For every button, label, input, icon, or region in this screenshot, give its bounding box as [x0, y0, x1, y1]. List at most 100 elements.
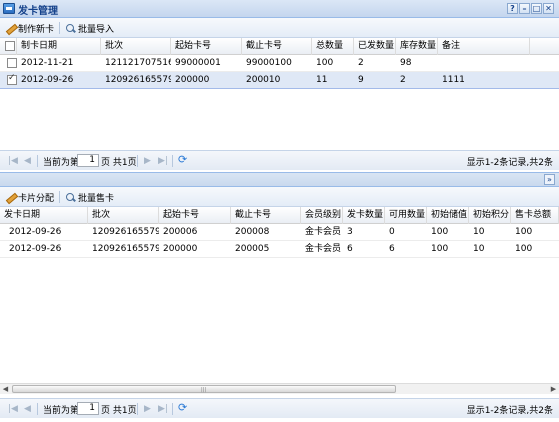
- table-cell: 100: [515, 244, 533, 254]
- last-page-icon[interactable]: ▶|: [158, 404, 168, 414]
- scrollbar-thumb[interactable]: |||: [12, 385, 396, 393]
- pencil-icon: [5, 192, 16, 203]
- table-row[interactable]: 2012-09-26 120926165579 200006 200008 金卡…: [0, 224, 559, 241]
- next-page-icon[interactable]: ▶: [144, 156, 151, 166]
- table-cell: 2012-09-26: [21, 75, 74, 85]
- table-cell: 120926165579: [105, 75, 171, 85]
- table-row[interactable]: 2012-11-21 121121707516 99000001 9900010…: [0, 55, 559, 72]
- column-header[interactable]: 截止卡号: [231, 207, 301, 224]
- column-header[interactable]: 批次: [88, 207, 159, 224]
- table-cell: 100: [515, 227, 533, 237]
- column-header[interactable]: 已发数量: [354, 38, 396, 55]
- bottom-grid-header: 发卡日期 批次 起始卡号 截止卡号 会员级别 发卡数量 可用数量 初始储值 初始…: [0, 207, 559, 224]
- table-cell: 金卡会员: [305, 244, 342, 254]
- page-suffix-text: 页 共1页: [101, 158, 137, 168]
- table-row[interactable]: 2012-09-26 120926165579 200000 200010 11…: [0, 72, 559, 89]
- column-header[interactable]: 售卡总额: [511, 207, 559, 224]
- table-cell: 120926165579: [92, 244, 159, 254]
- column-header[interactable]: 截止卡号: [242, 38, 312, 55]
- table-cell: 6: [347, 244, 353, 254]
- table-cell: 200006: [163, 227, 198, 237]
- page-suffix-text: 页 共1页: [101, 406, 137, 416]
- pencil-icon: [5, 23, 16, 34]
- table-cell: 120926165579: [92, 227, 159, 237]
- last-page-icon[interactable]: ▶|: [158, 156, 168, 166]
- horizontal-scrollbar[interactable]: ◀ ||| ▶: [0, 383, 559, 394]
- table-cell: 100: [431, 244, 449, 254]
- help-icon[interactable]: ?: [507, 3, 518, 14]
- page-prefix-text: 当前为第: [43, 158, 80, 168]
- table-cell: 2: [358, 58, 364, 68]
- refresh-icon[interactable]: ⟳: [178, 154, 190, 166]
- table-cell: 100: [316, 58, 334, 68]
- close-icon[interactable]: ✕: [543, 3, 554, 14]
- table-cell: 200000: [175, 75, 210, 85]
- select-all-cell[interactable]: [0, 38, 17, 55]
- create-card-label: 制作新卡: [18, 24, 55, 35]
- table-cell: 2: [400, 75, 406, 85]
- next-page-icon[interactable]: ▶: [144, 404, 151, 414]
- table-cell: 100: [431, 227, 449, 237]
- column-header[interactable]: 备注: [438, 38, 530, 55]
- table-cell: 1111: [442, 75, 465, 85]
- refresh-icon[interactable]: ⟳: [178, 402, 190, 414]
- column-header[interactable]: 可用数量: [385, 207, 427, 224]
- table-cell: [438, 55, 530, 72]
- pager-separator: [137, 155, 138, 167]
- column-header[interactable]: 起始卡号: [159, 207, 231, 224]
- column-header[interactable]: 总数量: [312, 38, 354, 55]
- batch-import-label: 批量导入: [78, 24, 115, 35]
- grip-icon: |||: [201, 387, 207, 393]
- first-page-icon[interactable]: |◀: [8, 404, 18, 414]
- record-count-text: 显示1-2条记录,共2条: [466, 158, 553, 168]
- search-icon: [65, 192, 76, 203]
- prev-page-icon[interactable]: ◀: [24, 404, 31, 414]
- page-number-input[interactable]: 1: [77, 154, 99, 167]
- column-header[interactable]: 发卡日期: [0, 207, 88, 224]
- pager-separator: [37, 155, 38, 167]
- column-header[interactable]: 起始卡号: [171, 38, 242, 55]
- column-header[interactable]: 库存数量: [396, 38, 438, 55]
- window-titlebar: 发卡管理 ? – □ ✕: [0, 0, 559, 18]
- table-cell: 3: [347, 227, 353, 237]
- column-header[interactable]: 初始积分: [469, 207, 511, 224]
- create-card-button[interactable]: 制作新卡: [3, 21, 56, 35]
- card-assign-button[interactable]: 卡片分配: [3, 190, 56, 204]
- scroll-left-icon[interactable]: ◀: [0, 384, 11, 394]
- page-number-input[interactable]: 1: [77, 402, 99, 415]
- prev-page-icon[interactable]: ◀: [24, 156, 31, 166]
- table-cell: 2012-09-26: [9, 244, 62, 254]
- column-header[interactable]: 制卡日期: [17, 38, 101, 55]
- batch-sell-label: 批量售卡: [78, 193, 115, 204]
- table-cell: 200000: [163, 244, 198, 254]
- maximize-icon[interactable]: □: [531, 3, 542, 14]
- row-checkbox[interactable]: [7, 58, 17, 68]
- select-all-checkbox[interactable]: [5, 41, 15, 51]
- column-header[interactable]: 初始储值: [427, 207, 469, 224]
- panel-splitter[interactable]: »: [0, 172, 559, 187]
- batch-import-button[interactable]: 批量导入: [63, 21, 116, 35]
- table-cell: 200008: [235, 227, 270, 237]
- column-header[interactable]: 会员级别: [301, 207, 343, 224]
- bottom-toolbar: 卡片分配 批量售卡: [0, 187, 559, 207]
- table-cell: 0: [389, 227, 395, 237]
- table-cell: 6: [389, 244, 395, 254]
- column-header[interactable]: 发卡数量: [343, 207, 385, 224]
- table-cell: 121121707516: [105, 58, 171, 68]
- batch-sell-button[interactable]: 批量售卡: [63, 190, 116, 204]
- card-app-icon: [3, 3, 15, 14]
- first-page-icon[interactable]: |◀: [8, 156, 18, 166]
- table-cell: 98: [400, 58, 412, 68]
- row-checkbox[interactable]: [7, 73, 17, 85]
- scroll-right-icon[interactable]: ▶: [548, 384, 559, 394]
- pager-separator: [172, 403, 173, 415]
- table-row[interactable]: 2012-09-26 120926165579 200000 200005 金卡…: [0, 241, 559, 258]
- column-header[interactable]: 批次: [101, 38, 171, 55]
- table-cell: 9: [358, 75, 364, 85]
- minimize-icon[interactable]: –: [519, 3, 530, 14]
- toolbar-separator: [59, 22, 60, 34]
- bottom-pagination-bar: |◀ ◀ 当前为第 1 页 共1页 ▶ ▶| ⟳ 显示1-2条记录,共2条: [0, 398, 559, 418]
- top-toolbar: 制作新卡 批量导入: [0, 18, 559, 38]
- collapse-icon[interactable]: »: [544, 174, 555, 185]
- search-icon: [65, 23, 76, 34]
